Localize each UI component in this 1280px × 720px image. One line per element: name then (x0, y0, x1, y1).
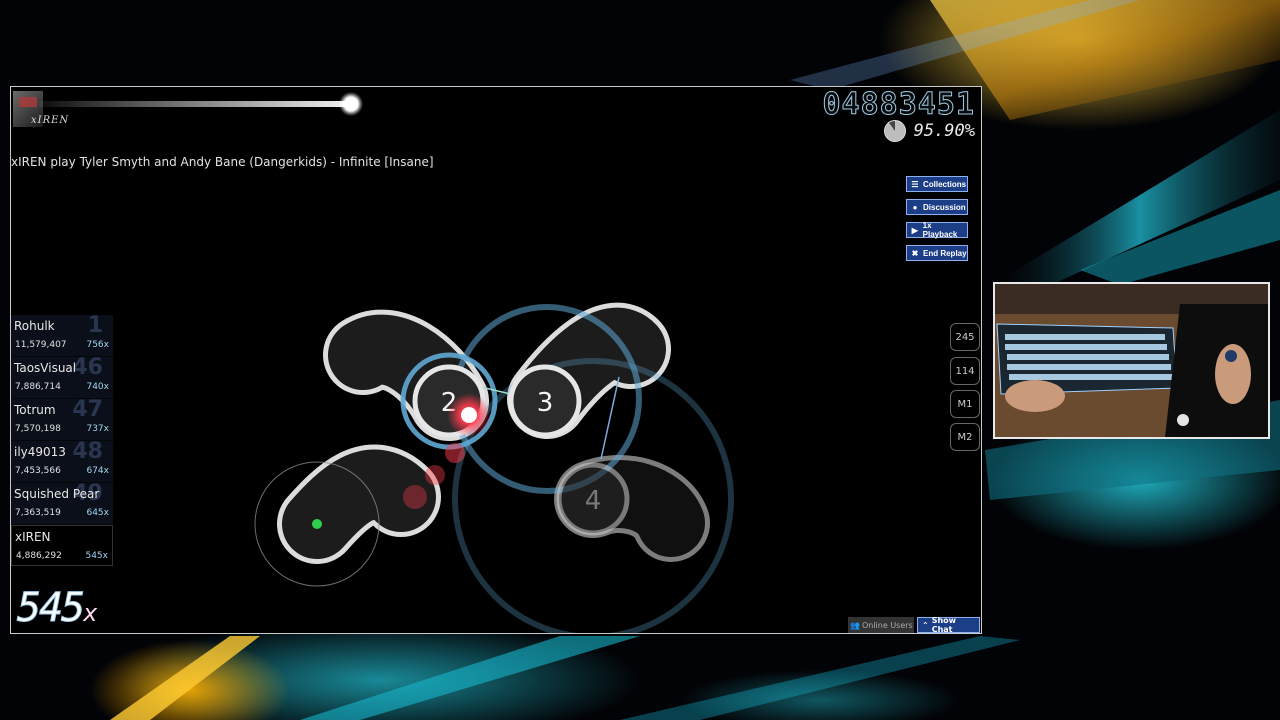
leaderboard-combo: 756x (86, 340, 109, 350)
player-tag: xIREN (31, 115, 70, 126)
progress-pie-icon (883, 120, 906, 142)
button-label: 1x Playback (922, 221, 958, 239)
score-display: 04883451 (822, 87, 975, 123)
cursor-trail (425, 465, 445, 485)
cursor-center (461, 407, 477, 423)
chevron-up-icon: ⌃ (922, 620, 929, 630)
slider-body (277, 444, 441, 564)
key-counter-k1: 245 (950, 323, 980, 351)
hit-circle-4: 4 (556, 462, 630, 536)
leaderboard-rank: 46 (72, 355, 103, 380)
leaderboard-entry[interactable]: 48 ily49013 7,453,566 674x (11, 439, 113, 483)
webcam-image (995, 284, 1268, 437)
leaderboard-score: 7,570,198 (15, 424, 61, 434)
leaderboard-score: 11,579,407 (15, 340, 67, 350)
combo-counter: 545x (16, 585, 98, 632)
discussion-button[interactable]: ● Discussion (906, 199, 968, 215)
button-label: Discussion (923, 202, 966, 212)
leaderboard-name: TaosVisual (14, 361, 77, 375)
button-label: Show Chat (931, 616, 957, 634)
leaderboard-rank: 47 (72, 397, 103, 422)
leaderboard-score: 7,363,519 (15, 508, 61, 518)
accuracy-display: 95.90% (913, 121, 975, 141)
combo-value: 545 (16, 585, 85, 632)
leaderboard-name: Squished Pear (14, 487, 100, 501)
leaderboard-score: 4,886,292 (16, 551, 62, 561)
leaderboard-entry[interactable]: 1 Rohulk 11,579,407 756x (11, 313, 113, 357)
playfield[interactable]: 2 3 4 (11, 87, 982, 634)
online-users-button[interactable]: 👥 Online Users (848, 617, 914, 633)
hit-circle-3: 3 (508, 364, 582, 438)
collections-button[interactable]: ☰ Collections (906, 176, 968, 192)
button-label: End Replay (923, 248, 967, 258)
leaderboard-entry[interactable]: 46 TaosVisual 7,886,714 740x (11, 355, 113, 399)
list-icon: ☰ (911, 179, 919, 189)
replay-title: xIREN play Tyler Smyth and Andy Bane (Da… (11, 155, 434, 169)
button-label: Collections (923, 179, 967, 189)
end-replay-button[interactable]: ✖ End Replay (906, 245, 968, 261)
leaderboard-combo: 674x (86, 466, 109, 476)
leaderboard-entry-current-player[interactable]: xIREN 4,886,292 545x (11, 525, 113, 566)
play-icon: ▶ (911, 225, 918, 235)
leaderboard-name: Totrum (14, 403, 56, 417)
leaderboard: 1 Rohulk 11,579,407 756x 46 TaosVisual 7… (11, 313, 113, 566)
button-label: Online Users (861, 620, 913, 630)
leaderboard-combo: 645x (86, 508, 109, 518)
webcam-feed (993, 282, 1270, 439)
cursor-trail (403, 485, 427, 509)
leaderboard-rank: 1 (87, 313, 103, 338)
combo-x: x (83, 599, 98, 627)
key-counter-m1: M1 (950, 390, 980, 418)
playback-speed-button[interactable]: ▶ 1x Playback (906, 221, 968, 239)
slider-tick (312, 519, 322, 529)
cursor-trail (445, 443, 465, 463)
leaderboard-name: Rohulk (14, 319, 55, 333)
leaderboard-combo: 740x (86, 382, 109, 392)
leaderboard-entry[interactable]: 49 Squished Pear 7,363,519 645x (11, 481, 113, 525)
key-counter-k2: 114 (950, 357, 980, 385)
show-chat-button[interactable]: ⌃ Show Chat (917, 616, 980, 634)
health-bar (39, 101, 351, 107)
leaderboard-name: ily49013 (14, 445, 66, 459)
leaderboard-entry[interactable]: 47 Totrum 7,570,198 737x (11, 397, 113, 441)
key-counter-m2: M2 (950, 423, 980, 451)
chat-bubble-icon: ● (912, 202, 918, 212)
leaderboard-combo: 737x (86, 424, 109, 434)
hit-circle-number: 4 (585, 486, 602, 516)
hit-circle-number: 3 (537, 388, 554, 418)
game-window[interactable]: 2 3 4 xIREN 04883451 95.90% xIREN play T… (10, 86, 982, 634)
health-bar-glow (339, 92, 363, 116)
close-icon: ✖ (911, 248, 919, 258)
leaderboard-rank: 48 (72, 439, 103, 464)
leaderboard-score: 7,453,566 (15, 466, 61, 476)
leaderboard-combo: 545x (85, 551, 108, 561)
leaderboard-score: 7,886,714 (15, 382, 61, 392)
leaderboard-name: xIREN (15, 530, 51, 544)
accuracy-row: 95.90% (883, 120, 975, 142)
users-icon: 👥 (850, 620, 860, 630)
